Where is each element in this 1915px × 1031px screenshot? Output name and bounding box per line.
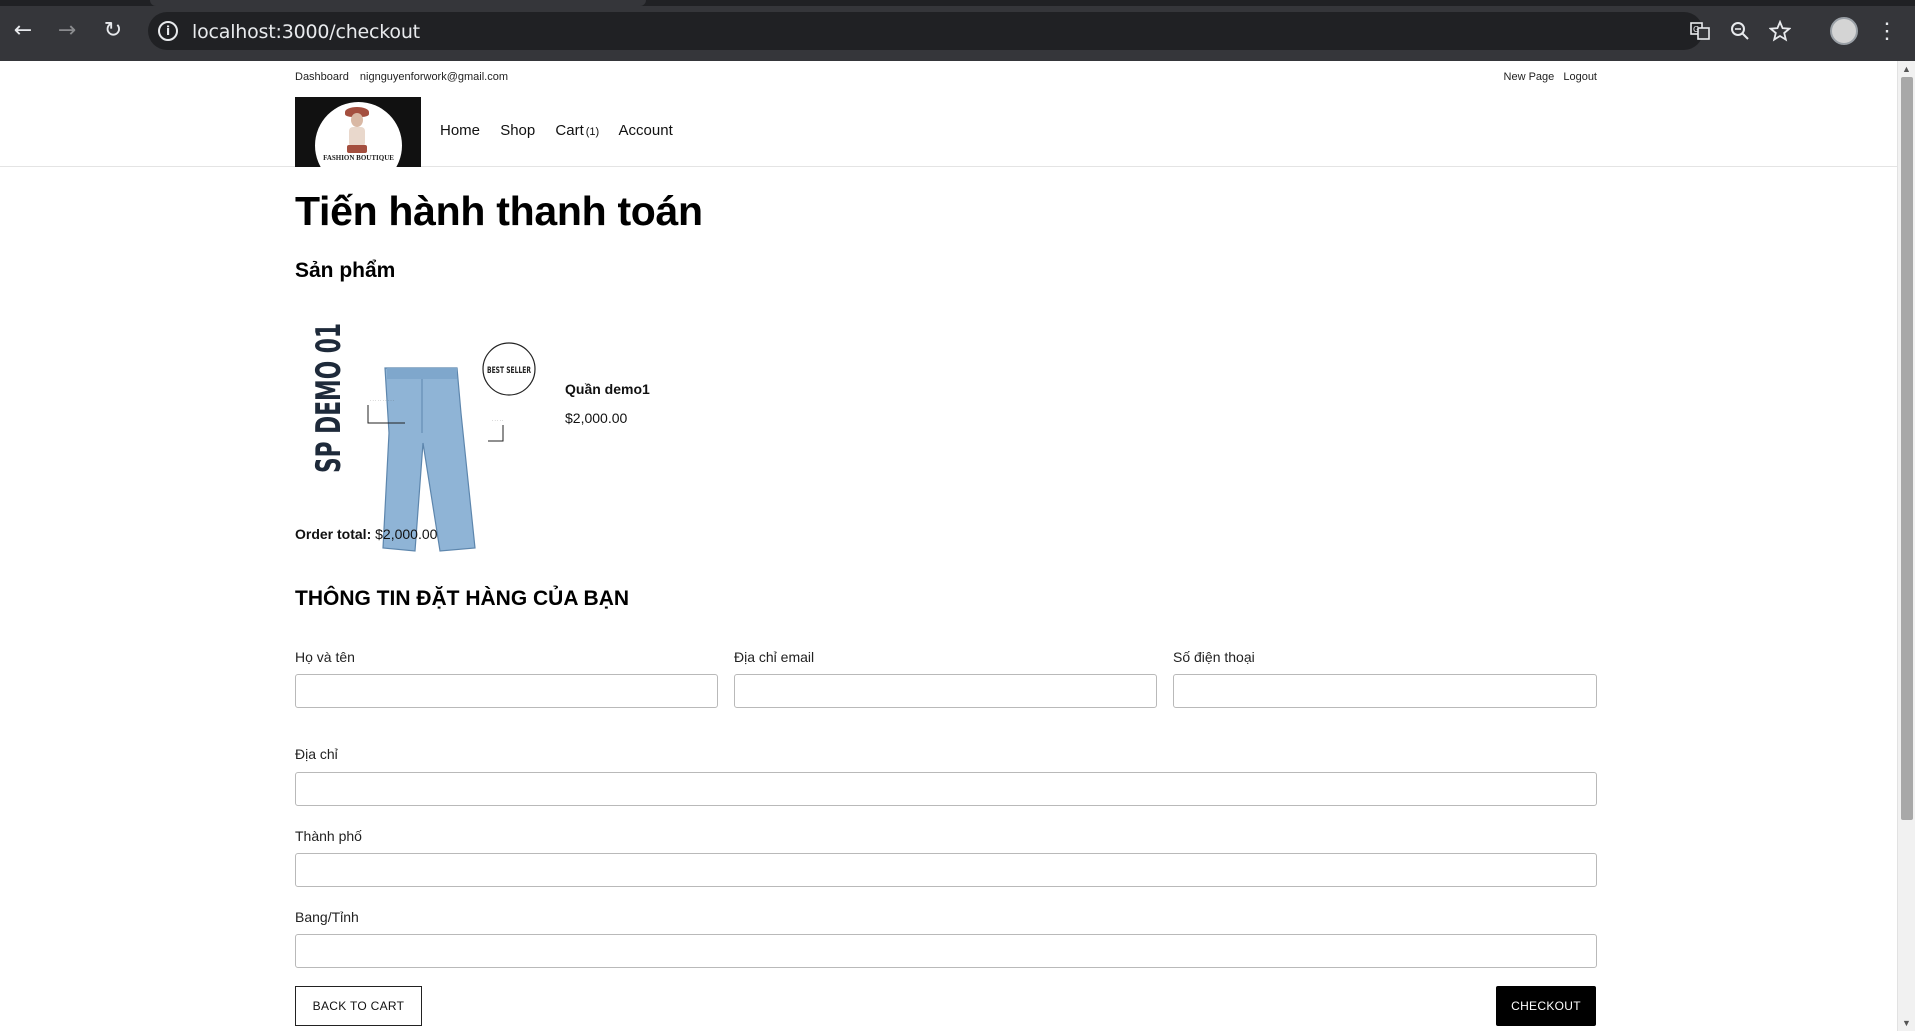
translate-icon[interactable]: G (1687, 18, 1713, 44)
url-text[interactable]: localhost:3000/checkout (192, 21, 420, 43)
phone-field[interactable] (1173, 674, 1597, 708)
order-total: Order total: $2,000.00 (295, 526, 437, 542)
logo-head (351, 113, 363, 127)
product-image: SP DEMO 01 . . . . . . . . . . . . . . .… (309, 323, 536, 552)
back-arrow-icon[interactable]: ← (8, 15, 38, 45)
site-logo[interactable]: FASHION BOUTIQUE (295, 97, 421, 167)
nav-cart[interactable]: Cart (1) (555, 122, 599, 139)
state-field[interactable] (295, 934, 1597, 968)
address-field[interactable] (295, 772, 1597, 806)
top-utility-bar: Dashboard nignguyenforwork@gmail.com New… (295, 71, 1597, 87)
nav-account[interactable]: Account (619, 122, 673, 139)
kebab-menu-icon[interactable]: ⋮ (1876, 16, 1898, 46)
star-icon[interactable] (1767, 18, 1793, 44)
page-title: Tiến hành thanh toán (295, 188, 703, 234)
product-image-text: SP DEMO 01 (309, 323, 349, 473)
logo-body (349, 127, 365, 147)
cart-count-badge: (1) (585, 126, 600, 138)
profile-avatar-icon[interactable] (1830, 17, 1858, 45)
user-email-link[interactable]: nignguyenforwork@gmail.com (360, 71, 508, 83)
scroll-up-arrow-icon[interactable]: ▲ (1902, 64, 1911, 74)
address-label: Địa chỉ (295, 746, 338, 762)
product-price: $2,000.00 (565, 410, 628, 426)
phone-label: Số điện thoại (1173, 649, 1255, 665)
new-page-link[interactable]: New Page (1504, 71, 1555, 83)
address-bar[interactable]: i localhost:3000/checkout (148, 12, 1703, 50)
full-name-field[interactable] (295, 674, 718, 708)
state-label: Bang/Tỉnh (295, 909, 359, 925)
svg-text:G: G (1693, 25, 1699, 34)
logo-text: FASHION BOUTIQUE (323, 154, 394, 162)
main-nav: Home Shop Cart (1) Account (440, 122, 689, 139)
nav-shop[interactable]: Shop (500, 122, 535, 139)
dashboard-link[interactable]: Dashboard (295, 71, 349, 83)
checkout-button[interactable]: CHECKOUT (1496, 986, 1596, 1026)
active-tab-edge (150, 0, 646, 6)
page-scrollbar[interactable]: ▲ ▼ (1897, 61, 1915, 1031)
product-badge-text: BEST SELLER (487, 366, 531, 376)
zoom-icon[interactable] (1727, 18, 1753, 44)
browser-toolbar: ← → ↻ i localhost:3000/checkout G ⋮ (0, 0, 1915, 61)
scroll-down-arrow-icon[interactable]: ▼ (1902, 1018, 1911, 1028)
back-to-cart-button[interactable]: BACK TO CART (295, 986, 422, 1026)
city-field[interactable] (295, 853, 1597, 887)
product-name: Quần demo1 (565, 381, 650, 397)
order-info-heading: THÔNG TIN ĐẶT HÀNG CỦA BẠN (295, 587, 630, 610)
full-name-label: Họ và tên (295, 649, 355, 665)
logo-skirt (347, 145, 367, 153)
reload-icon[interactable]: ↻ (98, 15, 128, 45)
svg-text:. . . . . . . . . .: . . . . . . . . . . (370, 397, 394, 402)
svg-text:. . . . .: . . . . . (492, 417, 503, 422)
scrollbar-thumb[interactable] (1901, 77, 1913, 820)
order-total-value: $2,000.00 (375, 526, 438, 542)
nav-home[interactable]: Home (440, 122, 480, 139)
info-icon[interactable]: i (158, 21, 178, 41)
nav-cart-label: Cart (555, 122, 584, 139)
site-header: FASHION BOUTIQUE Home Shop Cart (1) Accou… (0, 95, 1897, 167)
order-total-label: Order total: (295, 526, 372, 542)
city-label: Thành phố (295, 828, 362, 844)
products-heading: Sản phẩm (295, 259, 396, 282)
email-label: Địa chỉ email (734, 649, 815, 665)
page-content: Dashboard nignguyenforwork@gmail.com New… (0, 61, 1897, 1031)
forward-arrow-icon[interactable]: → (52, 15, 82, 45)
logout-link[interactable]: Logout (1563, 71, 1597, 83)
email-field[interactable] (734, 674, 1157, 708)
